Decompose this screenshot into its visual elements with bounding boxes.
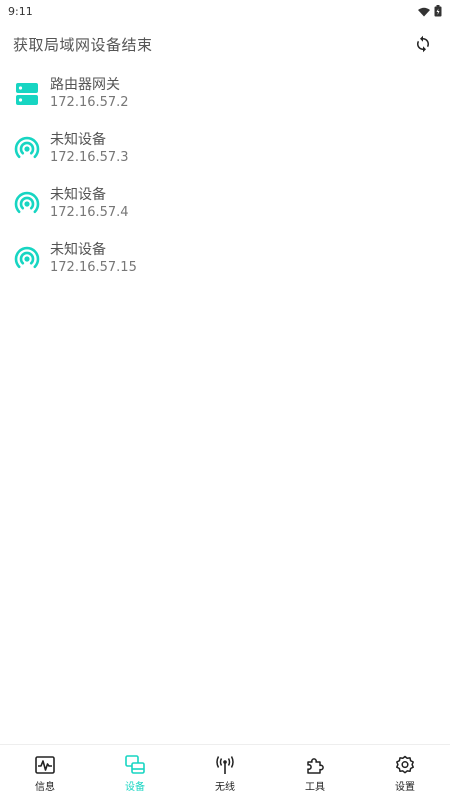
nav-label: 设备 — [125, 781, 145, 793]
nav-label: 信息 — [35, 781, 55, 793]
nav-item-tools[interactable]: 工具 — [270, 745, 360, 800]
nav-item-devices[interactable]: 设备 — [90, 745, 180, 800]
settings-icon — [395, 755, 415, 775]
bottom-nav: 信息 设备 无线 工具 设置 — [0, 744, 450, 800]
device-text: 路由器网关 172.16.57.2 — [50, 76, 129, 112]
refresh-button[interactable] — [412, 33, 434, 55]
nav-label: 工具 — [305, 781, 325, 793]
device-item-unknown[interactable]: 未知设备 172.16.57.15 — [0, 231, 450, 286]
signal-icon — [14, 191, 40, 217]
device-text: 未知设备 172.16.57.15 — [50, 241, 137, 277]
device-ip: 172.16.57.2 — [50, 94, 129, 110]
device-ip: 172.16.57.4 — [50, 204, 129, 220]
wifi-icon — [418, 2, 430, 21]
header: 获取局域网设备结束 — [0, 30, 450, 58]
device-list: 路由器网关 172.16.57.2 未知设备 172.16.57.3 未知设备 … — [0, 66, 450, 286]
app-screen: 9:11 获取局域网设备结束 路由器网关 172.16.57.2 未知设备 17… — [0, 0, 450, 800]
device-item-unknown[interactable]: 未知设备 172.16.57.4 — [0, 176, 450, 231]
device-text: 未知设备 172.16.57.4 — [50, 186, 129, 222]
antenna-icon — [215, 755, 235, 775]
device-text: 未知设备 172.16.57.3 — [50, 131, 129, 167]
monitor-icon — [35, 755, 55, 775]
device-ip: 172.16.57.15 — [50, 259, 137, 275]
status-time: 9:11 — [8, 4, 33, 18]
device-ip: 172.16.57.3 — [50, 149, 129, 165]
nav-item-settings[interactable]: 设置 — [360, 745, 450, 800]
device-item-unknown[interactable]: 未知设备 172.16.57.3 — [0, 121, 450, 176]
device-name: 未知设备 — [50, 241, 106, 258]
nav-item-info[interactable]: 信息 — [0, 745, 90, 800]
battery-icon — [434, 2, 442, 21]
device-name: 未知设备 — [50, 186, 106, 203]
nav-label: 设置 — [395, 781, 415, 793]
device-name: 未知设备 — [50, 131, 106, 148]
router-icon — [14, 81, 40, 107]
signal-icon — [14, 136, 40, 162]
puzzle-icon — [305, 755, 325, 775]
device-name: 路由器网关 — [50, 76, 120, 93]
devices-icon — [125, 754, 145, 775]
device-item-router[interactable]: 路由器网关 172.16.57.2 — [0, 66, 450, 121]
status-icons — [418, 2, 442, 21]
page-title: 获取局域网设备结束 — [13, 35, 153, 54]
refresh-icon — [417, 35, 429, 53]
nav-label: 无线 — [215, 781, 235, 793]
signal-icon — [14, 246, 40, 272]
nav-item-wireless[interactable]: 无线 — [180, 745, 270, 800]
status-bar: 9:11 — [0, 0, 450, 22]
